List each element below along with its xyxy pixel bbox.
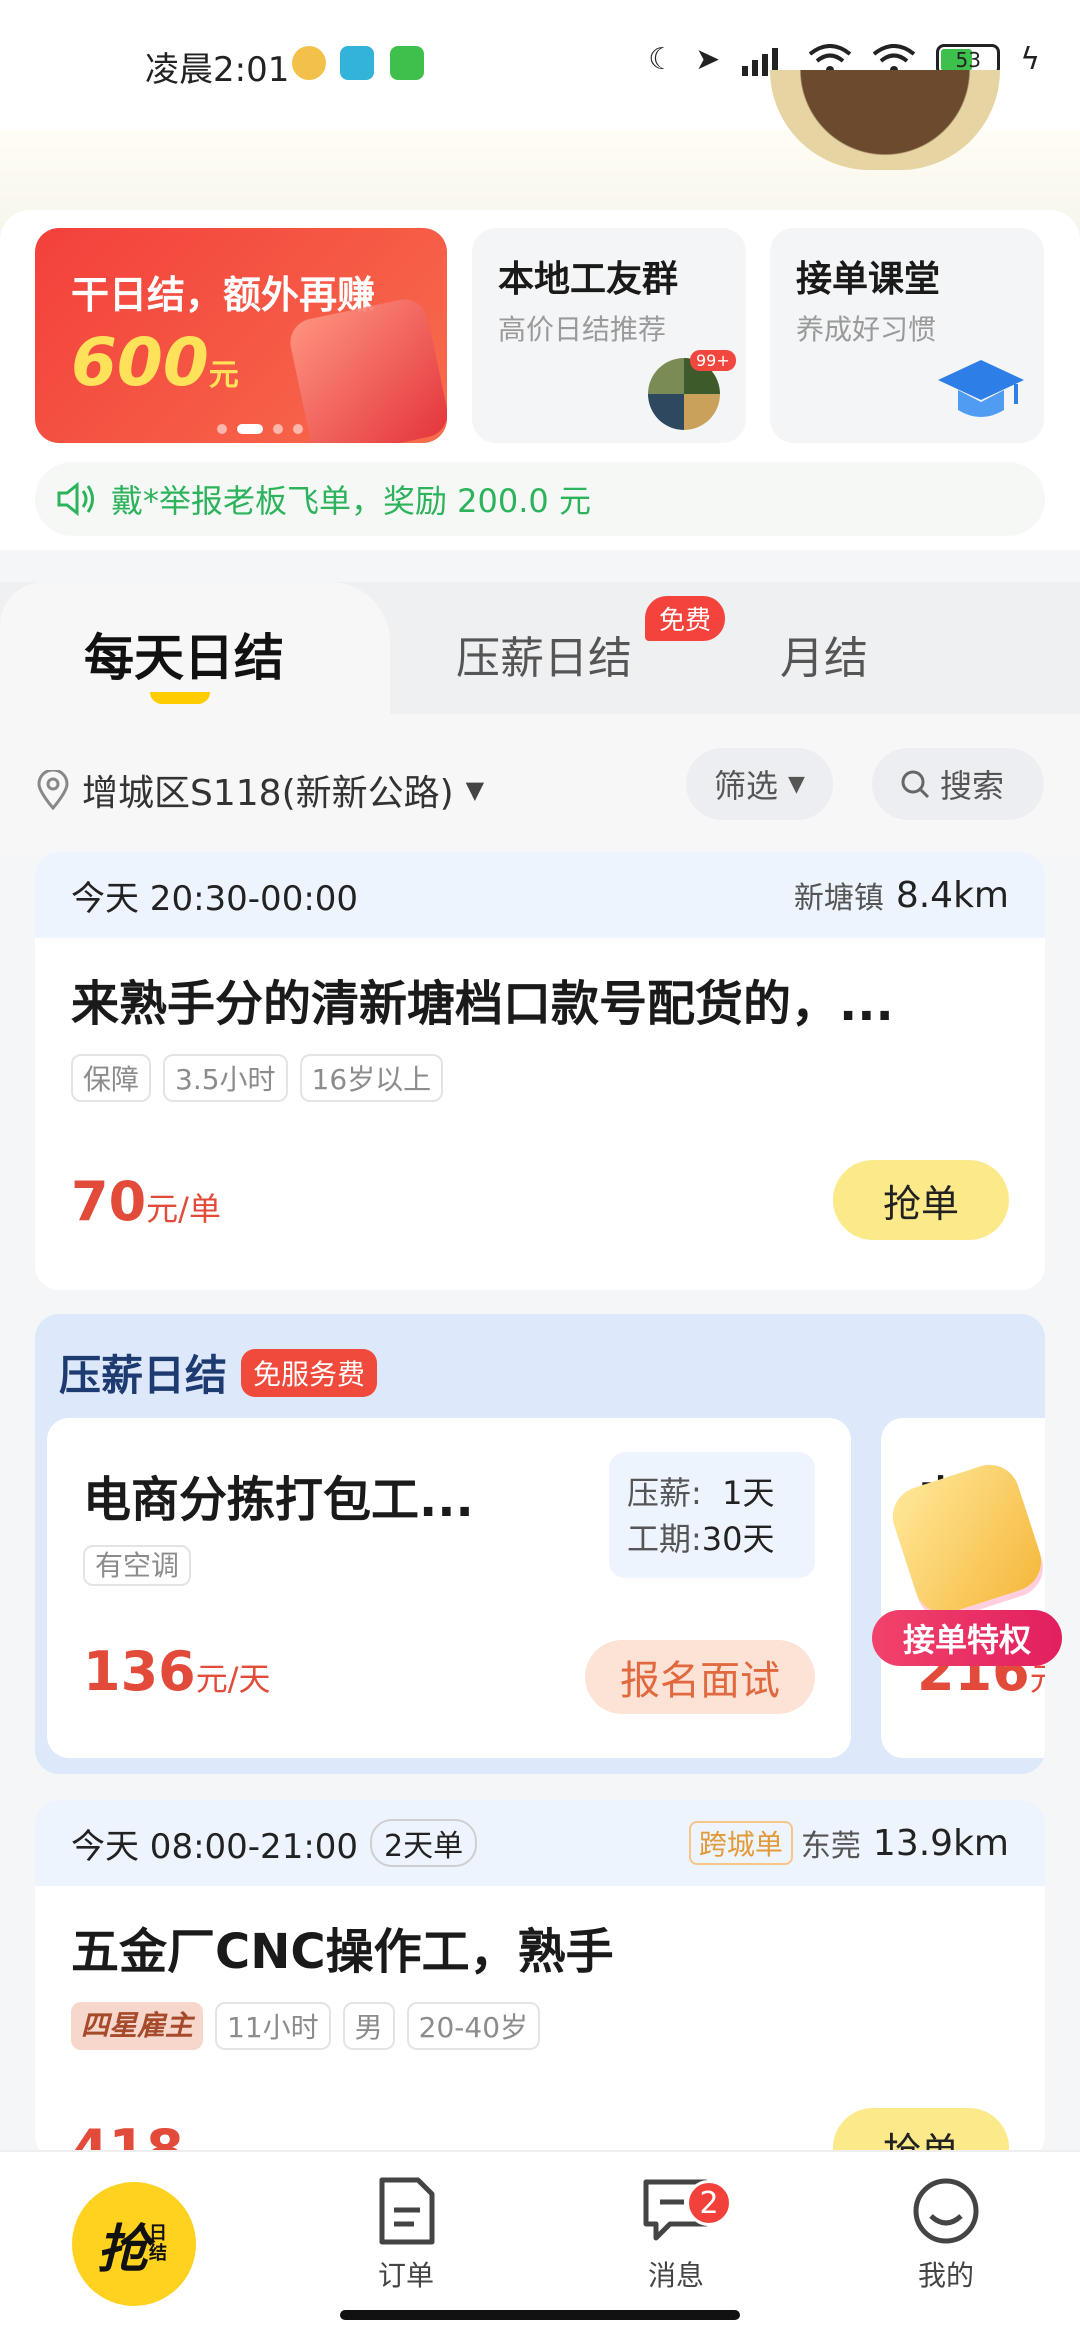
class-subtitle: 养成好习惯 [796, 313, 937, 346]
carousel-dots [217, 424, 303, 434]
deferred-job-card[interactable]: 电商分拣打包工... 压薪: 1天 工期:30天 有空调 136元/天 报名面试 [47, 1418, 851, 1758]
tab-deferred[interactable]: 压薪日结 [456, 622, 632, 686]
nav-orders[interactable]: 订单 [326, 2152, 486, 2322]
local-group-card[interactable]: 本地工友群 高价日结推荐 99+ [472, 228, 746, 443]
apply-interview-button[interactable]: 报名面试 [585, 1640, 815, 1714]
job-distance: 13.9km [872, 1822, 1009, 1864]
telegram-icon [340, 46, 374, 80]
nav-messages-label: 消息 [647, 2259, 704, 2292]
search-label: 搜索 [940, 767, 1005, 805]
app-notification-icon [292, 46, 326, 80]
job-tag: 3.5小时 [163, 1054, 288, 1102]
tab-daily[interactable]: 每天日结 [84, 618, 284, 690]
special-privilege-floating[interactable]: 接单特权 [872, 1457, 1062, 1684]
status-time: 凌晨2:01 [145, 50, 290, 90]
deferred-job-price: 136元/天 [83, 1640, 271, 1703]
job-tags: 保障 3.5小时 16岁以上 [35, 1034, 1045, 1102]
cross-city-badge: 跨城单 [688, 1821, 793, 1865]
group-title: 本地工友群 [498, 259, 679, 300]
notice-bar[interactable]: 戴*举报老板飞单，奖励 200.0 元 [35, 462, 1045, 536]
speaker-icon [57, 481, 94, 517]
moon-icon: ☾ [648, 42, 676, 77]
promo-main-amount: 600元 [71, 324, 239, 401]
day-count-badge: 2天单 [370, 1819, 478, 1867]
job-card-header: 今天 20:30-00:00 新塘镇 8.4km [35, 852, 1045, 938]
nav-messages[interactable]: 消息 2 [596, 2152, 756, 2322]
job-card[interactable]: 今天 08:00-21:00 2天单 跨城单 东莞 13.9km 五金厂CNC操… [35, 1800, 1045, 2160]
smile-face-icon [913, 2178, 979, 2244]
job-title: 五金厂CNC操作工，熟手 [71, 1924, 614, 1980]
location-pin-icon [37, 770, 69, 810]
job-tag: 11小时 [215, 2002, 331, 2050]
graduation-cap-icon [938, 360, 1024, 417]
job-time: 今天 08:00-21:00 [71, 1826, 359, 1867]
nav-mine[interactable]: 我的 [866, 2152, 1026, 2322]
class-title: 接单课堂 [796, 259, 941, 300]
job-tags: 四星雇主 11小时 男 20-40岁 [35, 1982, 1045, 2050]
job-tag: 有空调 [83, 1545, 192, 1586]
notice-text: 戴*举报老板飞单，奖励 200.0 元 [111, 482, 591, 520]
job-area: 新塘镇 [793, 881, 884, 916]
class-card[interactable]: 接单课堂 养成好习惯 [770, 228, 1044, 443]
orders-icon [379, 2177, 435, 2245]
promo-main-line1: 干日结，额外再赚 [71, 273, 376, 317]
job-distance: 8.4km [895, 874, 1009, 916]
group-subtitle: 高价日结推荐 [498, 313, 667, 346]
job-area: 东莞 [800, 1829, 861, 1864]
section-header: 压薪日结 免服务费 [59, 1342, 378, 1403]
employer-rating-tag: 四星雇主 [71, 2002, 204, 2050]
job-tabs: 每天日结 压薪日结 免费 月结 [0, 582, 1080, 714]
charging-icon: ϟ [1020, 42, 1040, 77]
group-count-badge: 99+ [690, 350, 736, 371]
nav-mine-label: 我的 [917, 2259, 974, 2292]
nav-grab-sublabel: 日结 [149, 2223, 167, 2264]
nav-orders-label: 订单 [377, 2259, 434, 2292]
chevron-down-icon: ▼ [465, 776, 485, 804]
section-title: 压薪日结 [59, 1351, 228, 1400]
home-indicator[interactable] [340, 2310, 740, 2320]
no-fee-badge: 免服务费 [241, 1348, 378, 1397]
search-button[interactable]: 搜索 [872, 748, 1044, 820]
promo-banner-main[interactable]: 干日结，额外再赚 600元 [35, 228, 447, 443]
nav-grab-label: 抢 [96, 2219, 149, 2280]
unread-badge: 2 [686, 2180, 732, 2226]
deferred-job-title: 电商分拣打包工... [83, 1472, 474, 1528]
deferred-info-box: 压薪: 1天 工期:30天 [609, 1452, 815, 1578]
filter-label: 筛选 [714, 767, 779, 805]
job-tag: 男 [342, 2002, 395, 2050]
filter-button[interactable]: 筛选 ▼ [686, 748, 833, 820]
deferred-job-tag-wrap: 有空调 [83, 1544, 192, 1586]
free-badge: 免费 [645, 596, 726, 641]
job-tag: 16岁以上 [299, 1054, 444, 1102]
tab-underline [150, 692, 210, 704]
star-icon [885, 1457, 1049, 1621]
location-text: 增城区S118(新新公路) [82, 773, 454, 814]
location-arrow-icon: ➤ [695, 42, 721, 77]
wechat-mini-icon [390, 46, 424, 80]
job-time: 今天 20:30-00:00 [71, 878, 359, 919]
grab-order-button[interactable]: 抢单 [833, 1160, 1009, 1240]
job-card-header: 今天 08:00-21:00 2天单 跨城单 东莞 13.9km [35, 1800, 1045, 1886]
chevron-down-icon: ▼ [788, 771, 805, 797]
job-tag: 保障 [71, 1054, 152, 1102]
job-card[interactable]: 今天 20:30-00:00 新塘镇 8.4km 来熟手分的清新塘档口款号配货的… [35, 852, 1045, 1290]
location-selector[interactable]: 增城区S118(新新公路) ▼ [36, 764, 484, 816]
job-price: 70元/单 [71, 1170, 221, 1233]
tab-monthly[interactable]: 月结 [780, 622, 868, 686]
job-title: 来熟手分的清新塘档口款号配货的，... [71, 976, 894, 1032]
nav-grab-button[interactable]: 抢 日结 [72, 2182, 196, 2306]
special-privilege-label: 接单特权 [872, 1610, 1062, 1666]
filter-row: 增城区S118(新新公路) ▼ 筛选 ▼ 搜索 [0, 714, 1080, 854]
job-tag: 20-40岁 [406, 2002, 541, 2050]
search-icon [901, 770, 930, 799]
